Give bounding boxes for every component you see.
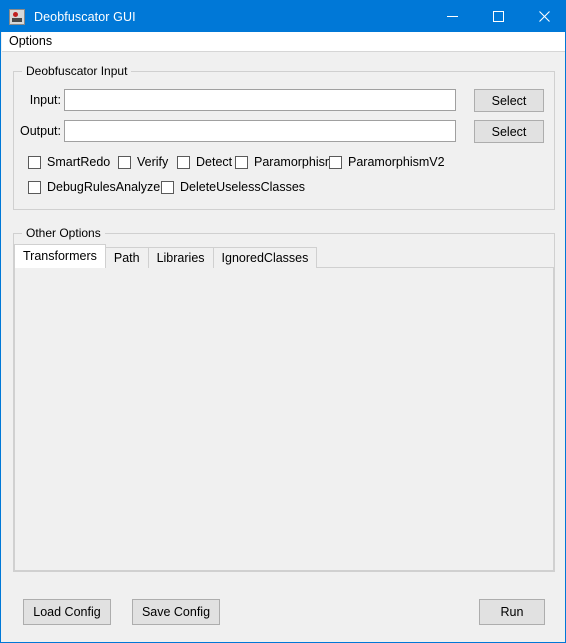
checkbox-box <box>329 155 342 169</box>
save-config-button[interactable]: Save Config <box>132 599 220 625</box>
checkbox-box <box>177 155 190 169</box>
tab-panel-transformers <box>14 267 554 571</box>
other-options-legend: Other Options <box>22 226 105 240</box>
input-select-button[interactable]: Select <box>474 89 544 112</box>
checkbox-debugrulesanalyzer[interactable]: DebugRulesAnalyzer <box>28 180 164 194</box>
checkbox-label: DeleteUselessClasses <box>180 180 306 194</box>
close-icon[interactable] <box>521 1 565 32</box>
load-config-button[interactable]: Load Config <box>23 599 111 625</box>
tab-transformers[interactable]: Transformers <box>14 244 106 268</box>
checkbox-box <box>28 155 41 169</box>
window-title: Deobfuscator GUI <box>34 9 136 24</box>
title-bar: Deobfuscator GUI <box>1 1 565 32</box>
checkbox-box <box>28 180 41 194</box>
output-select-button[interactable]: Select <box>474 120 544 143</box>
app-window: Deobfuscator GUI Options Deobfuscator In… <box>0 0 566 643</box>
output-field[interactable] <box>64 120 456 142</box>
menu-bar: Options <box>2 32 565 52</box>
maximize-icon[interactable] <box>475 1 521 32</box>
checkbox-box <box>235 155 248 169</box>
run-button[interactable]: Run <box>479 599 545 625</box>
input-label: Input: <box>29 93 61 107</box>
checkbox-label: Paramorphism <box>254 155 336 169</box>
checkbox-smartredo[interactable]: SmartRedo <box>28 155 110 169</box>
input-field[interactable] <box>64 89 456 111</box>
checkbox-label: DebugRulesAnalyzer <box>47 180 165 194</box>
tab-strip: Transformers Path Libraries IgnoredClass… <box>14 244 318 268</box>
app-icon <box>9 8 25 25</box>
checkbox-label: SmartRedo <box>47 155 111 169</box>
checkbox-box <box>161 180 174 194</box>
checkbox-detect[interactable]: Detect <box>177 155 232 169</box>
tab-ignoredclasses[interactable]: IgnoredClasses <box>212 247 318 268</box>
checkbox-box <box>118 155 131 169</box>
checkbox-label: Verify <box>137 155 169 169</box>
minimize-icon[interactable] <box>429 1 475 32</box>
deobfuscator-input-legend: Deobfuscator Input <box>22 64 132 78</box>
tab-libraries[interactable]: Libraries <box>147 247 214 268</box>
menu-item-options[interactable]: Options <box>2 32 59 51</box>
window-controls <box>429 1 565 32</box>
checkbox-verify[interactable]: Verify <box>118 155 168 169</box>
checkbox-paramorphismv2[interactable]: ParamorphismV2 <box>329 155 445 169</box>
checkbox-deleteuselessclasses[interactable]: DeleteUselessClasses <box>161 180 305 194</box>
checkbox-label: Detect <box>196 155 233 169</box>
checkbox-paramorphism[interactable]: Paramorphism <box>235 155 335 169</box>
tab-path[interactable]: Path <box>104 247 149 268</box>
output-label: Output: <box>20 124 61 138</box>
checkbox-label: ParamorphismV2 <box>348 155 445 169</box>
